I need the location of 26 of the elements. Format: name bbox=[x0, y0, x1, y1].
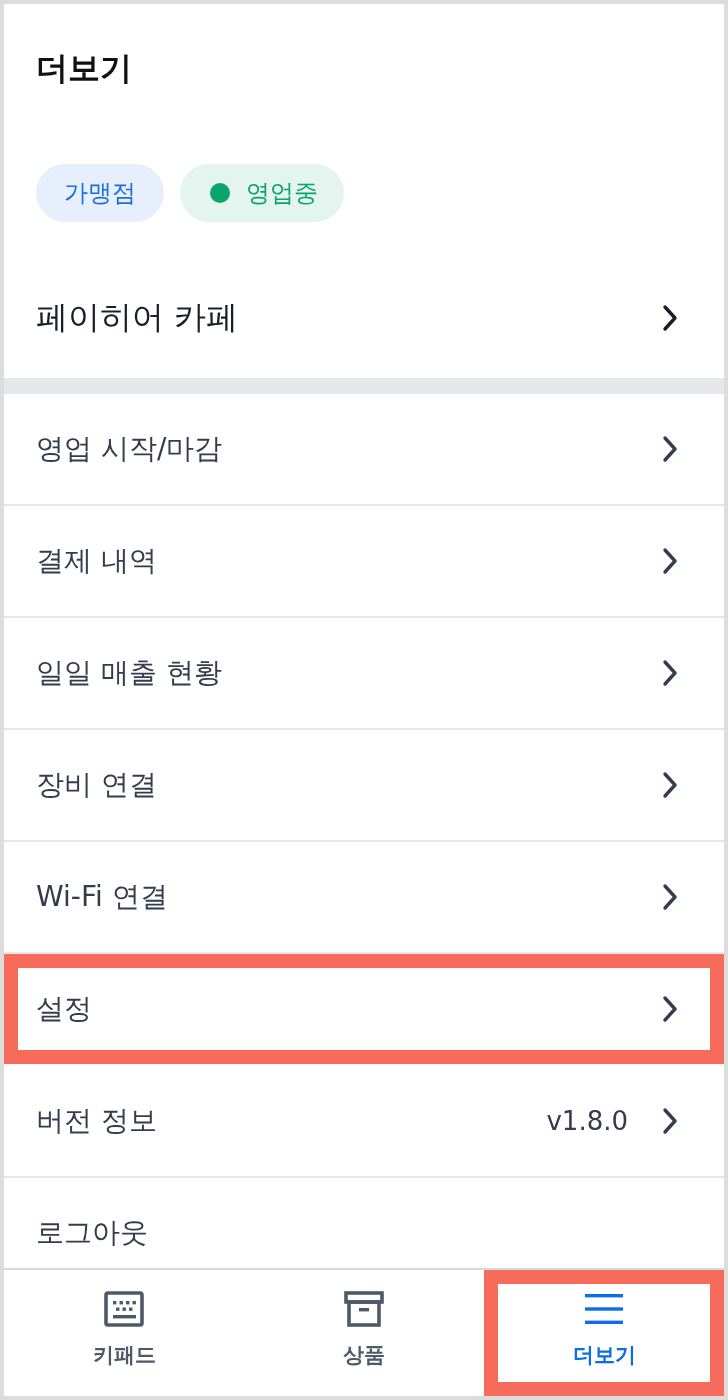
chevron-right-icon bbox=[662, 304, 678, 332]
menu-item[interactable]: 설정 bbox=[4, 954, 724, 1066]
nav-tab[interactable]: 더보기 bbox=[484, 1270, 724, 1396]
menu-item[interactable]: 일일 매출 현황 bbox=[4, 618, 724, 730]
menu-item-label: 설정 bbox=[36, 991, 92, 1027]
menu-item[interactable]: 버전 정보 v1.8.0 bbox=[4, 1066, 724, 1178]
franchise-badge: 가맹점 bbox=[36, 164, 164, 222]
menu-item[interactable]: Wi-Fi 연결 bbox=[4, 842, 724, 954]
store-row[interactable]: 페이히어 카페 bbox=[36, 262, 692, 374]
menu-item-label: 버전 정보 bbox=[36, 1103, 157, 1139]
version-value: v1.8.0 bbox=[546, 1106, 628, 1136]
menu-item-label: 영업 시작/마감 bbox=[36, 431, 223, 467]
menu-item[interactable]: 영업 시작/마감 bbox=[4, 394, 724, 506]
menu-item-label: 로그아웃 bbox=[36, 1215, 148, 1251]
menu-item-label: 장비 연결 bbox=[36, 767, 157, 803]
menu-item-label: 일일 매출 현황 bbox=[36, 655, 222, 691]
keyboard-icon bbox=[104, 1291, 144, 1327]
menu-item-label: Wi-Fi 연결 bbox=[36, 879, 168, 915]
store-name: 페이히어 카페 bbox=[36, 297, 239, 338]
menu-item[interactable]: 장비 연결 bbox=[4, 730, 724, 842]
status-label: 영업중 bbox=[246, 178, 318, 209]
menu-item[interactable]: 결제 내역 bbox=[4, 506, 724, 618]
menu-icon bbox=[584, 1291, 624, 1327]
page-title: 더보기 bbox=[36, 48, 132, 89]
menu-item-label: 결제 내역 bbox=[36, 543, 157, 579]
archive-box-icon bbox=[344, 1291, 384, 1327]
